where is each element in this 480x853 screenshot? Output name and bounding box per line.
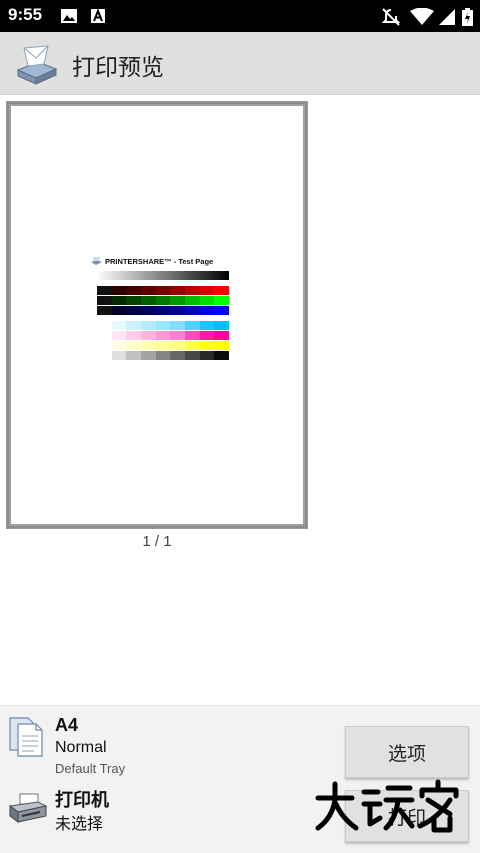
watermark-logo (315, 779, 459, 833)
page-title: 打印预览 (72, 55, 164, 81)
test-page-title: PRINTERSHARE™ - Test Page (105, 256, 214, 266)
options-button[interactable]: 选项 (345, 726, 469, 778)
color-row-blue (91, 306, 230, 315)
color-row-red (91, 286, 230, 295)
color-row-green (91, 296, 230, 305)
color-row-magenta (91, 331, 230, 340)
printer-status[interactable]: 未选择 (55, 810, 103, 834)
printershare-logo-icon (16, 45, 58, 85)
app-bar: 打印预览 (0, 32, 480, 95)
clock: 9:55 (8, 5, 43, 24)
do-not-disturb-off-icon (381, 8, 401, 26)
grayscale-gradient (97, 271, 229, 280)
test-page-content: PRINTERSHARE™ - Test Page (91, 256, 230, 360)
signal-icon (439, 9, 455, 25)
paper-tray[interactable]: Default Tray (55, 761, 125, 776)
preview-page: PRINTERSHARE™ - Test Page (9, 104, 305, 526)
printer-icon[interactable] (8, 792, 48, 826)
color-row-black (91, 351, 230, 360)
color-row-cyan (91, 321, 230, 330)
test-page-header: PRINTERSHARE™ - Test Page (91, 256, 229, 266)
printershare-small-logo-icon (91, 257, 102, 265)
battery-charging-icon (462, 8, 473, 26)
color-row-yellow (91, 341, 230, 350)
paper-size[interactable]: A4 (55, 715, 78, 736)
wifi-icon (410, 8, 434, 25)
paper-type[interactable]: Normal (55, 739, 107, 757)
printer-label[interactable]: 打印机 (55, 786, 109, 812)
print-preview[interactable]: PRINTERSHARE™ - Test Page (6, 101, 308, 529)
page-indicator: 1 / 1 (142, 533, 172, 550)
paper-icon[interactable] (8, 716, 46, 758)
status-bar: 9:55 (0, 0, 480, 32)
a-notification-icon (91, 8, 105, 23)
image-icon (61, 9, 77, 23)
